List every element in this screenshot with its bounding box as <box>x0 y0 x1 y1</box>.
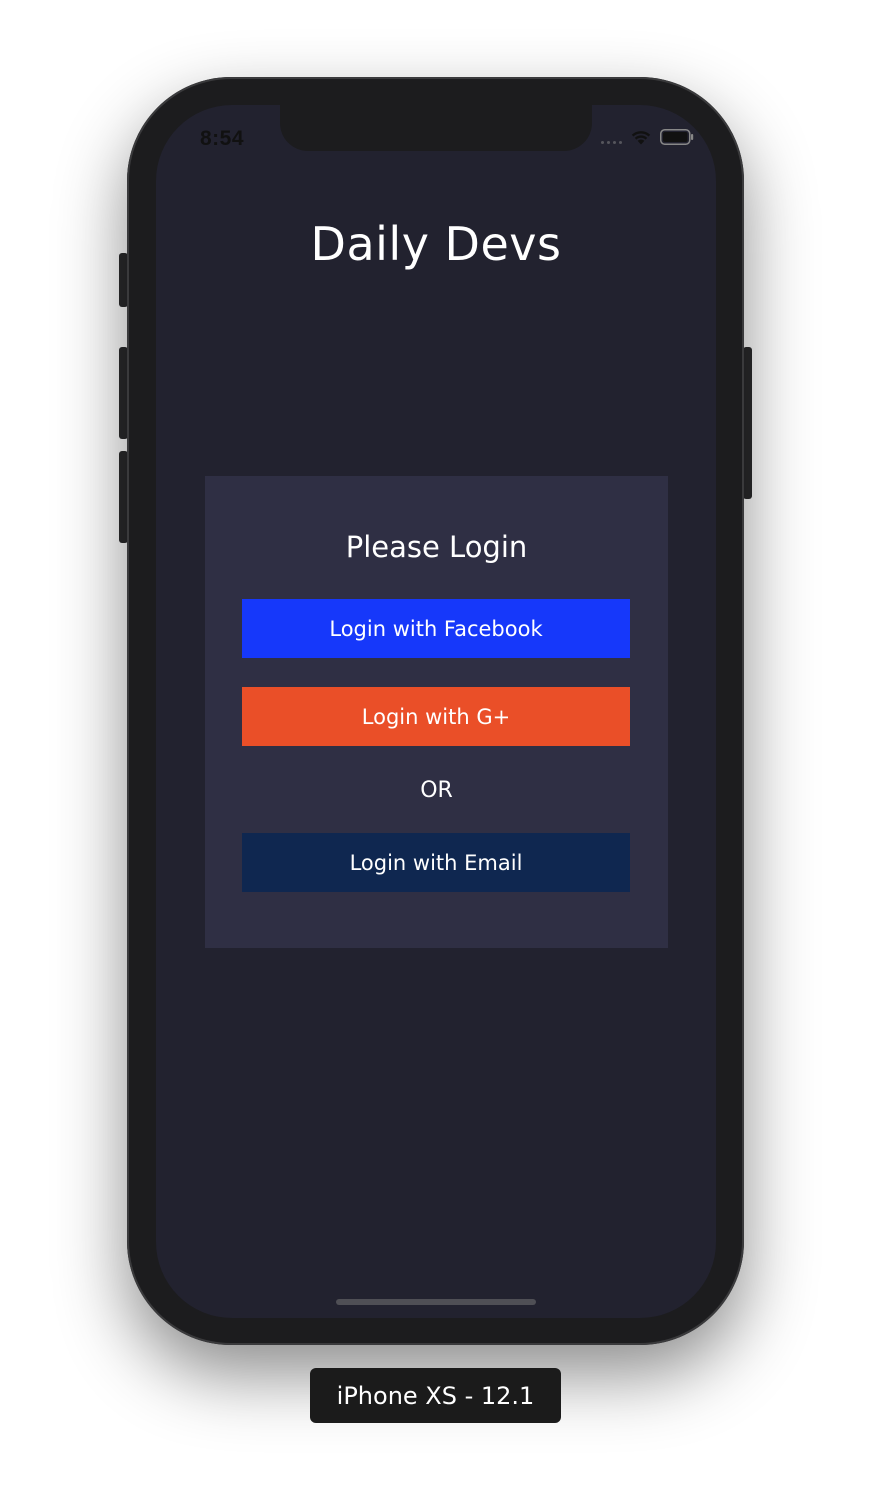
status-time: 8:54 <box>200 127 245 150</box>
device-label: iPhone XS - 12.1 <box>310 1368 561 1423</box>
login-gplus-button[interactable]: Login with G+ <box>242 687 630 746</box>
wifi-icon <box>631 131 651 145</box>
login-facebook-label: Login with Facebook <box>329 616 543 641</box>
cellular-dots-icon <box>601 130 622 144</box>
app-title: Daily Devs <box>310 217 562 271</box>
or-divider-text: OR <box>420 778 453 803</box>
login-card: Please Login Login with Facebook Login w… <box>205 476 668 948</box>
power-button <box>743 347 752 499</box>
login-facebook-button[interactable]: Login with Facebook <box>242 599 630 658</box>
notch <box>280 105 592 151</box>
battery-icon <box>660 129 694 145</box>
simulator-stage: 8:54 Daily Devs Please Login Login with … <box>0 0 872 1496</box>
status-icons <box>601 129 694 145</box>
login-heading: Please Login <box>345 530 528 564</box>
app-screen: 8:54 Daily Devs Please Login Login with … <box>156 105 716 1318</box>
home-indicator[interactable] <box>336 1299 536 1305</box>
login-email-label: Login with Email <box>349 850 523 875</box>
login-email-button[interactable]: Login with Email <box>242 833 630 892</box>
login-gplus-label: Login with G+ <box>361 704 511 729</box>
